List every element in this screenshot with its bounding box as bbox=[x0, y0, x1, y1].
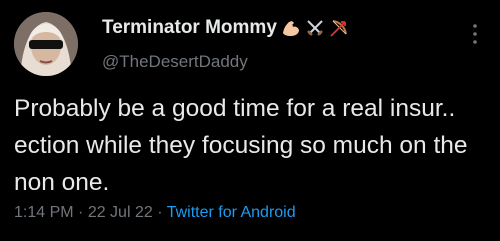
tweet-text: Probably be a good time for a real insur… bbox=[14, 95, 476, 196]
bow-and-arrow-icon bbox=[330, 20, 347, 37]
avatar-image-icon bbox=[14, 12, 78, 76]
avatar[interactable] bbox=[14, 12, 78, 76]
username-handle[interactable]: @TheDesertDaddy bbox=[102, 52, 248, 72]
display-name[interactable]: Terminator Mommy bbox=[102, 17, 277, 39]
meta-separator: · bbox=[152, 204, 167, 221]
name-emoji-row bbox=[280, 16, 350, 40]
tweet-card: Terminator Mommy @TheDesertDaddy Probabl… bbox=[0, 0, 500, 241]
tweet-meta: 1:14 PM · 22 Jul 22 · Twitter for Androi… bbox=[14, 203, 296, 223]
flexed-biceps-icon bbox=[283, 21, 299, 36]
crossed-swords-icon bbox=[307, 20, 323, 36]
meta-separator: · bbox=[73, 204, 88, 221]
tweet-date[interactable]: 22 Jul 22 bbox=[88, 204, 153, 221]
tweet-source-link[interactable]: Twitter for Android bbox=[167, 204, 296, 221]
more-options-icon[interactable] bbox=[470, 22, 480, 46]
tweet-time[interactable]: 1:14 PM bbox=[14, 204, 74, 221]
